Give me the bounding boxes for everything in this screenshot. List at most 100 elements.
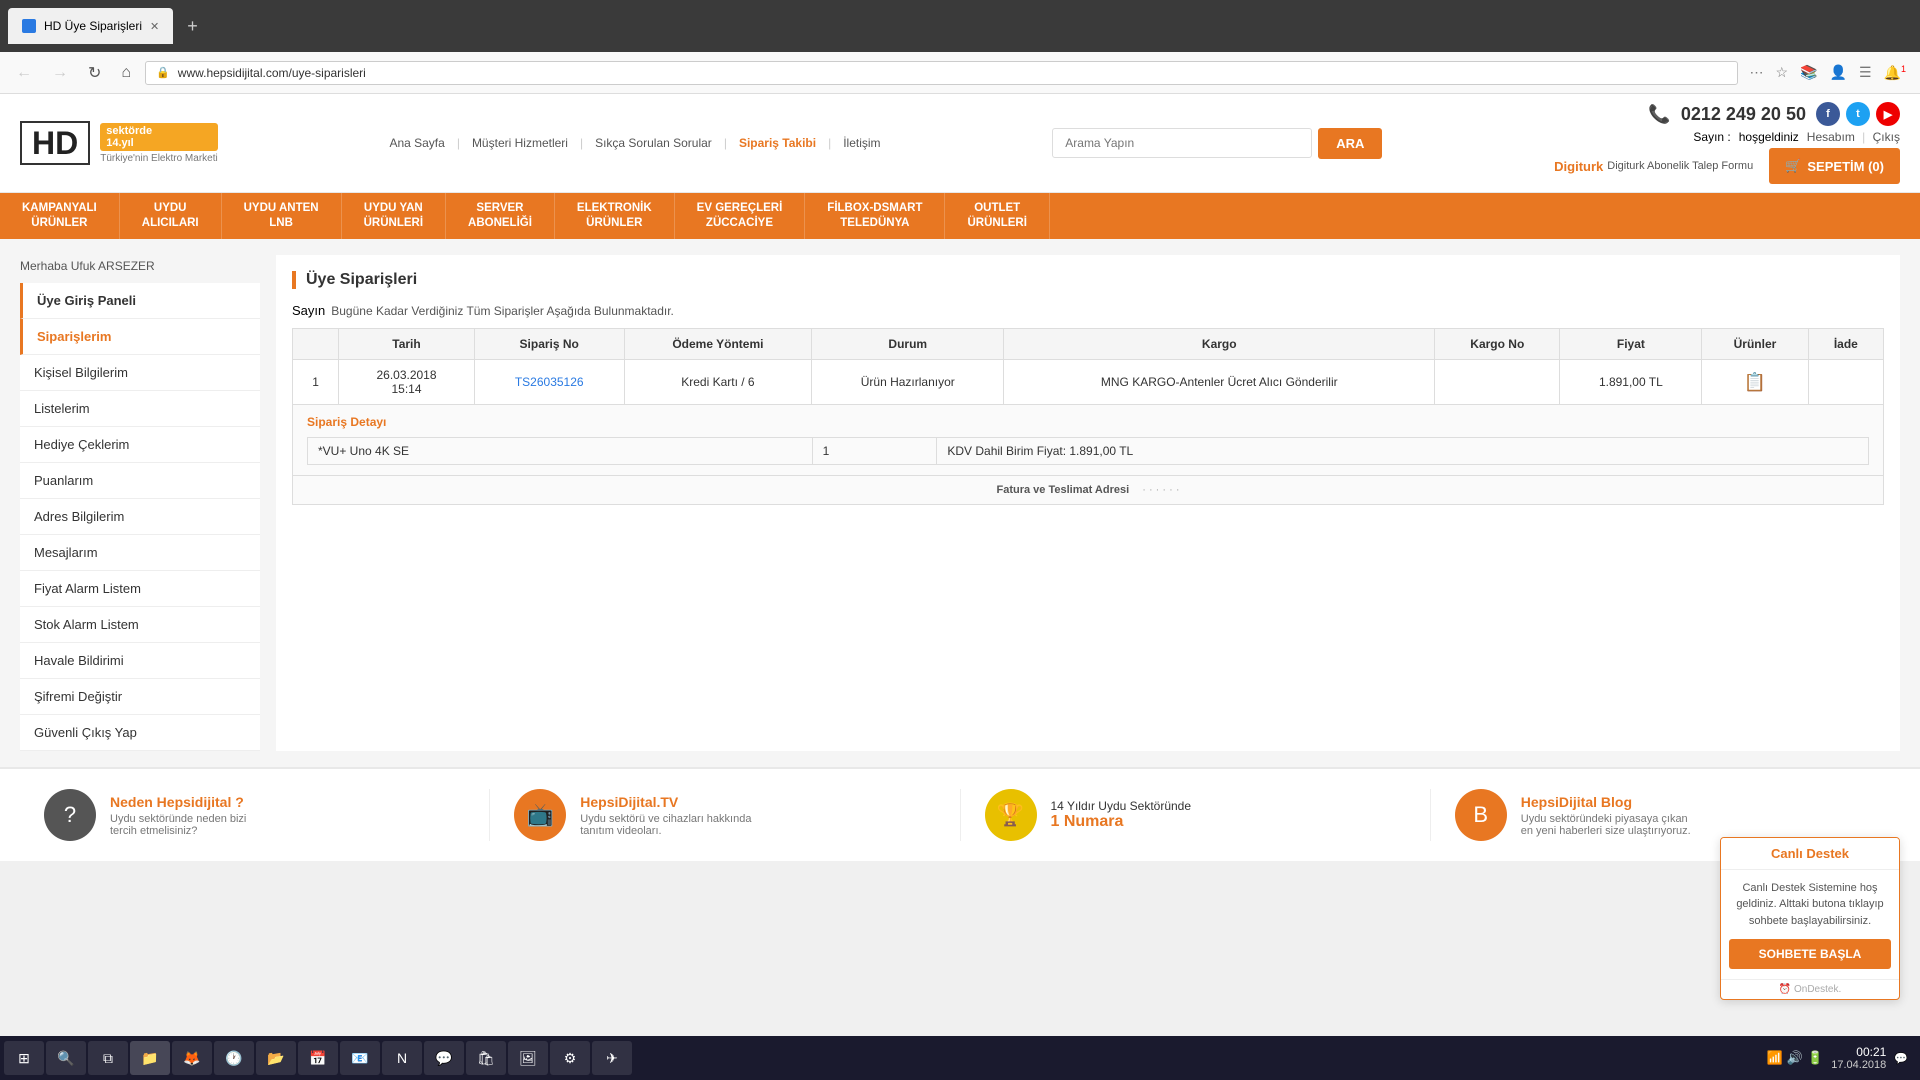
sidebar-panel-header[interactable]: Üye Giriş Paneli — [20, 283, 260, 319]
settings-taskbar-button[interactable]: ⚙ — [550, 1041, 590, 1075]
netflix-taskbar-button[interactable]: N — [382, 1041, 422, 1075]
browser-chrome: HD Üye Siparişleri ✕ + — [0, 0, 1920, 52]
footer-numara-bold: 1 Numara — [1051, 813, 1192, 831]
sidebar-item-kisisel[interactable]: Kişisel Bilgilerim — [20, 355, 260, 391]
search-button[interactable]: ARA — [1318, 128, 1382, 159]
browser-taskbar-button[interactable]: 🦊 — [172, 1041, 212, 1075]
nav-elektronik[interactable]: ELEKTRONİKÜRÜNLER — [555, 193, 675, 239]
footer-icon-question: ? — [44, 789, 96, 841]
order-row-1: 1 26.03.201815:14 TS26035126 Kredi Kartı… — [293, 360, 1884, 405]
footer-tv: 📺 HepsiDijital.TV Uydu sektörü ve cihazl… — [490, 789, 960, 841]
phone-number: 0212 249 20 50 — [1681, 104, 1806, 125]
sidebar-button[interactable]: 📚 — [1796, 60, 1821, 85]
sidebar-item-siparislerim[interactable]: Siparişlerim — [20, 319, 260, 355]
order-siparis-no: TS26035126 — [474, 360, 624, 405]
sidebar-item-stok-alarm[interactable]: Stok Alarm Listem — [20, 607, 260, 643]
refresh-button[interactable]: ↻ — [82, 59, 107, 87]
youtube-icon[interactable]: ▶ — [1876, 102, 1900, 126]
profile-button[interactable]: 👤 — [1826, 60, 1851, 85]
store-taskbar-button[interactable]: 🛍 — [466, 1041, 506, 1075]
sidebar-item-cikis[interactable]: Güvenli Çıkış Yap — [20, 715, 260, 751]
orders-panel: Üye Siparişleri Sayın Bugüne Kadar Verdi… — [276, 255, 1900, 751]
chat-body: Canlı Destek Sistemine hoş geldiniz. Alt… — [1721, 870, 1899, 940]
order-link[interactable]: TS26035126 — [515, 375, 584, 389]
cart-label: SEPETİM (0) — [1807, 159, 1884, 174]
nav-link-iletisim[interactable]: İletişim — [843, 136, 880, 150]
sidebar-greeting: Merhaba Ufuk ARSEZER — [20, 255, 260, 283]
footer-icon-tv: 📺 — [514, 789, 566, 841]
main-content: Merhaba Ufuk ARSEZER Üye Giriş Paneli Si… — [0, 239, 1920, 767]
search-taskbar-button[interactable]: 🔍 — [46, 1041, 86, 1075]
photo-taskbar-button[interactable]: 🖼 — [508, 1041, 548, 1075]
start-button[interactable]: ⊞ — [4, 1041, 44, 1075]
cart-button[interactable]: 🛒 SEPETİM (0) — [1769, 148, 1900, 184]
site-header: HD sektörde 14.yıl Türkiye'nin Elektro M… — [0, 94, 1920, 193]
twitter-icon[interactable]: t — [1846, 102, 1870, 126]
cikis-link[interactable]: Çıkış — [1873, 130, 1900, 144]
sidebar-item-mesajlarim[interactable]: Mesajlarım — [20, 535, 260, 571]
forward-button[interactable]: → — [46, 60, 74, 86]
nav-server[interactable]: SERVERABONELİĞİ — [446, 193, 555, 239]
order-durum: Ürün Hazırlanıyor — [812, 360, 1004, 405]
hesabim-link[interactable]: Hesabım — [1807, 130, 1855, 144]
logo-area: HD sektörde 14.yıl Türkiye'nin Elektro M… — [20, 121, 218, 165]
col-kargo: Kargo — [1004, 329, 1435, 360]
time-display: 00:21 — [1831, 1045, 1886, 1059]
bookmark-button[interactable]: ☆ — [1772, 60, 1793, 85]
col-odeme: Ödeme Yöntemi — [624, 329, 811, 360]
home-button[interactable]: ⌂ — [115, 60, 137, 86]
order-num: 1 — [293, 360, 339, 405]
col-num — [293, 329, 339, 360]
sidebar-item-hediye[interactable]: Hediye Çeklerim — [20, 427, 260, 463]
nav-link-anasayfa[interactable]: Ana Sayfa — [389, 136, 444, 150]
nav-outlet[interactable]: OUTLETÜRÜNLERİ — [945, 193, 1049, 239]
settings-button[interactable]: ☰ — [1855, 60, 1876, 85]
extensions-button[interactable]: ⋯ — [1746, 60, 1768, 85]
sidebar-item-puanlarim[interactable]: Puanlarım — [20, 463, 260, 499]
footer-neden-desc: Uydu sektöründe neden bizitercih etmelis… — [110, 813, 246, 837]
nav-uydu-yan[interactable]: UYDU YANÜRÜNLERİ — [342, 193, 446, 239]
file-manager-button[interactable]: 📁 — [130, 1041, 170, 1075]
digiturk-link[interactable]: Digiturk Digiturk Abonelik Talep Formu — [1554, 159, 1753, 174]
clock[interactable]: 00:21 17.04.2018 — [1831, 1045, 1886, 1071]
sidebar-item-sifre[interactable]: Şifremi Değiştir — [20, 679, 260, 715]
tab-close-button[interactable]: ✕ — [150, 20, 159, 33]
footer-blog-title: HepsiDijital Blog — [1521, 794, 1691, 810]
digiturk-text: Digiturk Abonelik Talep Formu — [1607, 160, 1753, 172]
whatsapp-taskbar-button[interactable]: 💬 — [424, 1041, 464, 1075]
nav-link-sikca[interactable]: Sıkça Sorulan Sorular — [595, 136, 712, 150]
notifications-button[interactable]: 🔔1 — [1880, 60, 1910, 86]
nav-kampanyali[interactable]: KAMPANYALIÜRÜNLER — [0, 193, 120, 239]
nav-uydu-alicilari[interactable]: UYDUALICILARI — [120, 193, 222, 239]
tab-title: HD Üye Siparişleri — [44, 19, 142, 33]
mail-taskbar-button[interactable]: 📧 — [340, 1041, 380, 1075]
sidebar-item-havale[interactable]: Havale Bildirimi — [20, 643, 260, 679]
address-bar[interactable]: 🔒 www.hepsidijital.com/uye-siparisleri — [145, 61, 1737, 85]
task-view-button[interactable]: ⧉ — [88, 1041, 128, 1075]
nav-filbox[interactable]: FİLBOX-DSMARTTELEDÜNYA — [805, 193, 945, 239]
telegram-taskbar-button[interactable]: ✈ — [592, 1041, 632, 1075]
detail-price-cell: KDV Dahil Birim Fiyat: 1.891,00 TL — [937, 438, 1869, 465]
detail-product-name: *VU+ Uno 4K SE — [308, 438, 813, 465]
nav-link-musteri[interactable]: Müşteri Hizmetleri — [472, 136, 568, 150]
new-tab-button[interactable]: + — [179, 12, 206, 41]
sidebar-item-fiyat-alarm[interactable]: Fiyat Alarm Listem — [20, 571, 260, 607]
sidebar-item-adres[interactable]: Adres Bilgilerim — [20, 499, 260, 535]
clock-taskbar-button[interactable]: 🕐 — [214, 1041, 254, 1075]
chat-start-button[interactable]: SOHBETE BAŞLA — [1729, 939, 1891, 969]
order-urunler[interactable]: 📋 — [1702, 360, 1808, 405]
nav-ev-gerecleri[interactable]: EV GEREÇLERİZÜCCACİYE — [675, 193, 806, 239]
nav-uydu-anten[interactable]: UYDU ANTENLNB — [222, 193, 342, 239]
facebook-icon[interactable]: f — [1816, 102, 1840, 126]
folder-taskbar-button[interactable]: 📂 — [256, 1041, 296, 1075]
sidebar-item-listelerim[interactable]: Listelerim — [20, 391, 260, 427]
back-button[interactable]: ← — [10, 60, 38, 86]
order-kargo-no — [1435, 360, 1560, 405]
nav-link-siparis[interactable]: Sipariş Takibi — [739, 136, 816, 150]
browser-tab[interactable]: HD Üye Siparişleri ✕ — [8, 8, 173, 44]
sayin-orders: Sayın — [292, 303, 325, 318]
search-input[interactable] — [1052, 128, 1312, 158]
calendar-taskbar-button[interactable]: 📅 — [298, 1041, 338, 1075]
footer-tv-text: HepsiDijital.TV Uydu sektörü ve cihazlar… — [580, 794, 751, 837]
sidebar: Merhaba Ufuk ARSEZER Üye Giriş Paneli Si… — [20, 255, 260, 751]
